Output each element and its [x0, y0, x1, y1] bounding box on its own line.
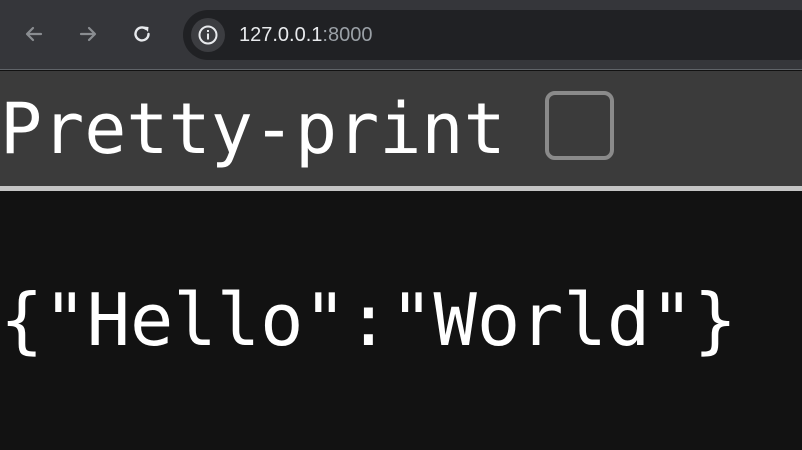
json-text: {"Hello":"World"}: [0, 278, 737, 362]
browser-toolbar: 127.0.0.1:8000: [0, 0, 802, 70]
arrow-left-icon: [25, 26, 43, 42]
forward-button[interactable]: [74, 20, 102, 48]
reload-button[interactable]: [128, 20, 156, 48]
site-info-button[interactable]: [191, 18, 225, 52]
arrow-right-icon: [79, 26, 97, 42]
url-port: :8000: [322, 24, 373, 46]
address-bar[interactable]: 127.0.0.1:8000: [183, 10, 802, 60]
pretty-print-label[interactable]: Pretty-print: [0, 92, 506, 167]
pretty-print-checkbox[interactable]: [545, 91, 614, 160]
back-button[interactable]: [20, 20, 48, 48]
info-icon: [198, 25, 218, 45]
url-text[interactable]: 127.0.0.1:8000: [239, 23, 372, 47]
url-host: 127.0.0.1: [239, 24, 323, 46]
reload-icon: [134, 26, 150, 42]
